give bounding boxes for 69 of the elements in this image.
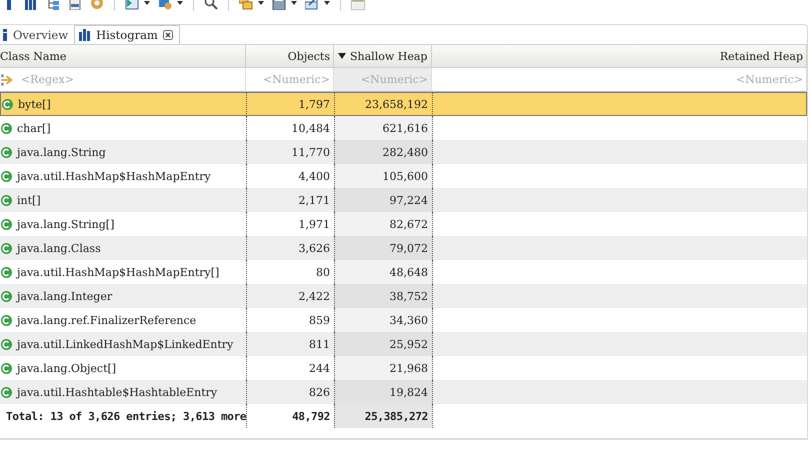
table-cell: 82,672	[334, 212, 432, 236]
table-cell: java.lang.Class	[0, 236, 246, 260]
class-icon	[1, 338, 12, 350]
tab[interactable]: Overview	[0, 25, 74, 44]
table-cell: 826	[246, 380, 334, 404]
class-icon	[1, 194, 12, 206]
table-cell: 79,072	[334, 236, 432, 260]
caret-icon[interactable]	[324, 1, 330, 5]
table-cell: 2,171	[246, 188, 334, 212]
bar-chart-icon[interactable]	[24, 0, 38, 10]
class-icon	[1, 146, 12, 158]
table-cell: 1,797	[246, 92, 334, 116]
close-icon[interactable]	[162, 30, 173, 40]
document-icon[interactable]	[68, 0, 82, 10]
table-cell: 11,770	[246, 140, 334, 164]
table-cell: 621,616	[334, 116, 432, 140]
table-cell: 34,360	[334, 308, 432, 332]
database-icon[interactable]	[158, 0, 172, 10]
table-cell: 2,422	[246, 284, 334, 308]
caret-icon[interactable]	[291, 1, 297, 5]
table-cell: 19,824	[334, 380, 432, 404]
column-header[interactable]: Objects	[246, 45, 334, 68]
class-icon	[1, 242, 12, 254]
table-cell: java.lang.String[]	[0, 212, 246, 236]
caret-icon[interactable]	[144, 1, 150, 5]
column-header[interactable]: Retained Heap	[432, 45, 807, 68]
filter-icon	[1, 74, 14, 86]
column-header[interactable]: Class Name	[0, 45, 246, 68]
table-cell: java.util.Hashtable$HashtableEntry	[0, 380, 246, 404]
class-icon	[1, 290, 12, 302]
caret-icon[interactable]	[258, 1, 264, 5]
total-label: Total: 13 of 3,626 entries; 3,613 more	[6, 410, 246, 422]
table-cell: 25,385,272	[334, 404, 432, 428]
tab[interactable]: Histogram	[74, 25, 180, 44]
filter-field[interactable]: <Regex>	[18, 68, 245, 91]
sort-descending-icon	[338, 53, 346, 59]
table-cell: java.util.LinkedHashMap$LinkedEntry	[0, 332, 246, 356]
class-icon	[1, 386, 12, 398]
filter-field[interactable]: <Numeric>	[432, 68, 806, 91]
table-cell: java.lang.Integer	[0, 284, 246, 308]
table-cell: 38,752	[334, 284, 432, 308]
table-cell: char[]	[0, 116, 246, 140]
table-cell: 811	[246, 332, 334, 356]
table-cell: java.lang.ref.FinalizerReference	[0, 308, 246, 332]
run-icon[interactable]	[125, 0, 139, 10]
table-cell: 105,600	[334, 164, 432, 188]
bar-chart-icon	[79, 29, 92, 41]
table-cell: 48,648	[334, 260, 432, 284]
caret-icon[interactable]	[177, 1, 183, 5]
table-cell: int[]	[0, 188, 246, 212]
table-cell: 21,968	[334, 356, 432, 380]
column-header[interactable]: Shallow Heap	[334, 45, 432, 68]
table-cell: java.lang.Object[]	[0, 356, 246, 380]
class-icon	[2, 98, 13, 110]
table-cell: java.util.HashMap$HashMapEntry	[0, 164, 246, 188]
table-cell: byte[]	[0, 92, 246, 116]
table-cell: 23,658,192	[334, 92, 432, 116]
filter-field[interactable]: <Numeric>	[334, 68, 431, 91]
export-icon[interactable]	[305, 0, 319, 10]
table-cell: 3,626	[246, 236, 334, 260]
windows-icon[interactable]	[239, 0, 253, 10]
table-cell: java.util.HashMap$HashMapEntry[]	[0, 260, 246, 284]
table-cell: 282,480	[334, 140, 432, 164]
filter-field[interactable]: <Numeric>	[246, 68, 333, 91]
table-cell: 97,224	[334, 188, 432, 212]
tree-icon[interactable]	[46, 0, 60, 10]
table-cell: java.lang.String	[0, 140, 246, 164]
search-icon[interactable]	[204, 0, 218, 10]
table-cell: 25,952	[334, 332, 432, 356]
